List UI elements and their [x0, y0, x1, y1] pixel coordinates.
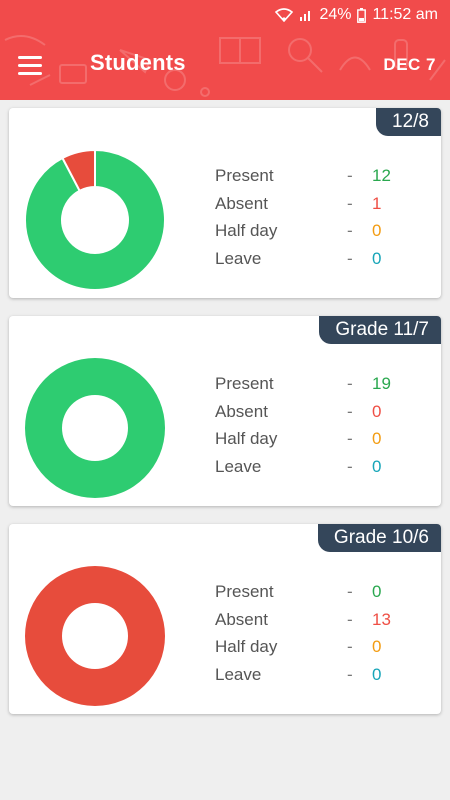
stat-row-leave: Leave -0	[215, 455, 435, 483]
stat-label: Leave	[215, 248, 262, 268]
stat-row-half-day: Half day -0	[215, 635, 435, 663]
stat-dash: -	[347, 221, 353, 240]
stat-row-absent: Absent -1	[215, 192, 435, 220]
stat-dash: -	[347, 374, 353, 393]
grade-tag: 12/8	[376, 108, 441, 136]
stat-label: Present	[215, 166, 274, 185]
stat-value: 0	[372, 401, 382, 421]
clock: 11:52 am	[372, 6, 438, 23]
stat-dash: -	[347, 456, 353, 476]
stat-dash: -	[347, 401, 353, 421]
donut-slice-absent	[25, 566, 165, 706]
signal-icon	[299, 8, 313, 22]
stat-dash: -	[347, 664, 353, 684]
class-card[interactable]: 12/8 Present -12 Absent -1 Half day -0 Leav…	[9, 108, 441, 298]
battery-icon	[357, 7, 367, 23]
stat-row-half-day: Half day -0	[215, 427, 435, 455]
stat-label: Leave	[215, 456, 262, 476]
stat-value: 12	[372, 166, 391, 185]
stat-dash: -	[347, 193, 353, 213]
stat-label: Present	[215, 374, 274, 393]
stat-value: 0	[372, 429, 382, 448]
stat-row-absent: Absent -0	[215, 400, 435, 428]
attendance-donut-chart	[25, 150, 165, 290]
attendance-donut-chart	[25, 566, 165, 706]
stat-dash: -	[347, 248, 353, 268]
stat-dash: -	[347, 609, 353, 629]
stat-label: Half day	[215, 429, 278, 448]
menu-button[interactable]	[18, 51, 52, 79]
stat-value: 0	[372, 221, 382, 240]
stat-dash: -	[347, 637, 353, 656]
attendance-donut-chart	[25, 358, 165, 498]
class-card[interactable]: Grade 11/7 Present -19 Absent -0 Half day -…	[9, 316, 441, 506]
hamburger-icon-line	[18, 55, 42, 59]
stat-row-present: Present -19	[215, 372, 435, 400]
stat-label: Absent	[215, 193, 268, 213]
grade-tag: Grade 10/6	[317, 524, 441, 552]
stat-label: Leave	[215, 664, 262, 684]
stat-value: 0	[372, 248, 382, 268]
stat-value: 0	[372, 456, 382, 476]
stat-dash: -	[347, 429, 353, 448]
donut-slice-present	[25, 358, 165, 498]
stat-row-absent: Absent -13	[215, 608, 435, 636]
hamburger-icon-line	[18, 63, 42, 67]
class-card[interactable]: Grade 10/6 Present -0 Absent -13 Half day -…	[9, 524, 441, 714]
stat-value: 0	[372, 664, 382, 684]
stat-row-leave: Leave -0	[215, 247, 435, 275]
wifi-icon	[275, 8, 294, 22]
stat-label: Present	[215, 582, 274, 601]
app-bar: Students DEC 7	[0, 30, 450, 100]
stat-row-present: Present -12	[215, 164, 435, 192]
stat-row-leave: Leave -0	[215, 663, 435, 691]
stat-label: Absent	[215, 401, 268, 421]
stat-value: 19	[372, 374, 391, 393]
battery-level: 24%	[319, 6, 352, 23]
stat-value: 13	[372, 609, 391, 629]
grade-tag: Grade 11/7	[319, 316, 441, 344]
stat-label: Half day	[215, 221, 278, 240]
page-title: Students	[90, 50, 186, 75]
stat-row-half-day: Half day -0	[215, 219, 435, 247]
stat-value: 1	[372, 193, 382, 213]
stat-label: Half day	[215, 637, 278, 656]
stat-value: 0	[372, 582, 382, 601]
stat-dash: -	[347, 582, 353, 601]
stat-row-present: Present -0	[215, 580, 435, 608]
status-bar: 24% 11:52 am	[0, 0, 450, 30]
date-label[interactable]: DEC 7	[383, 55, 436, 75]
stat-label: Absent	[215, 609, 268, 629]
stat-dash: -	[347, 166, 353, 185]
hamburger-icon-line	[18, 71, 42, 75]
stat-value: 0	[372, 637, 382, 656]
